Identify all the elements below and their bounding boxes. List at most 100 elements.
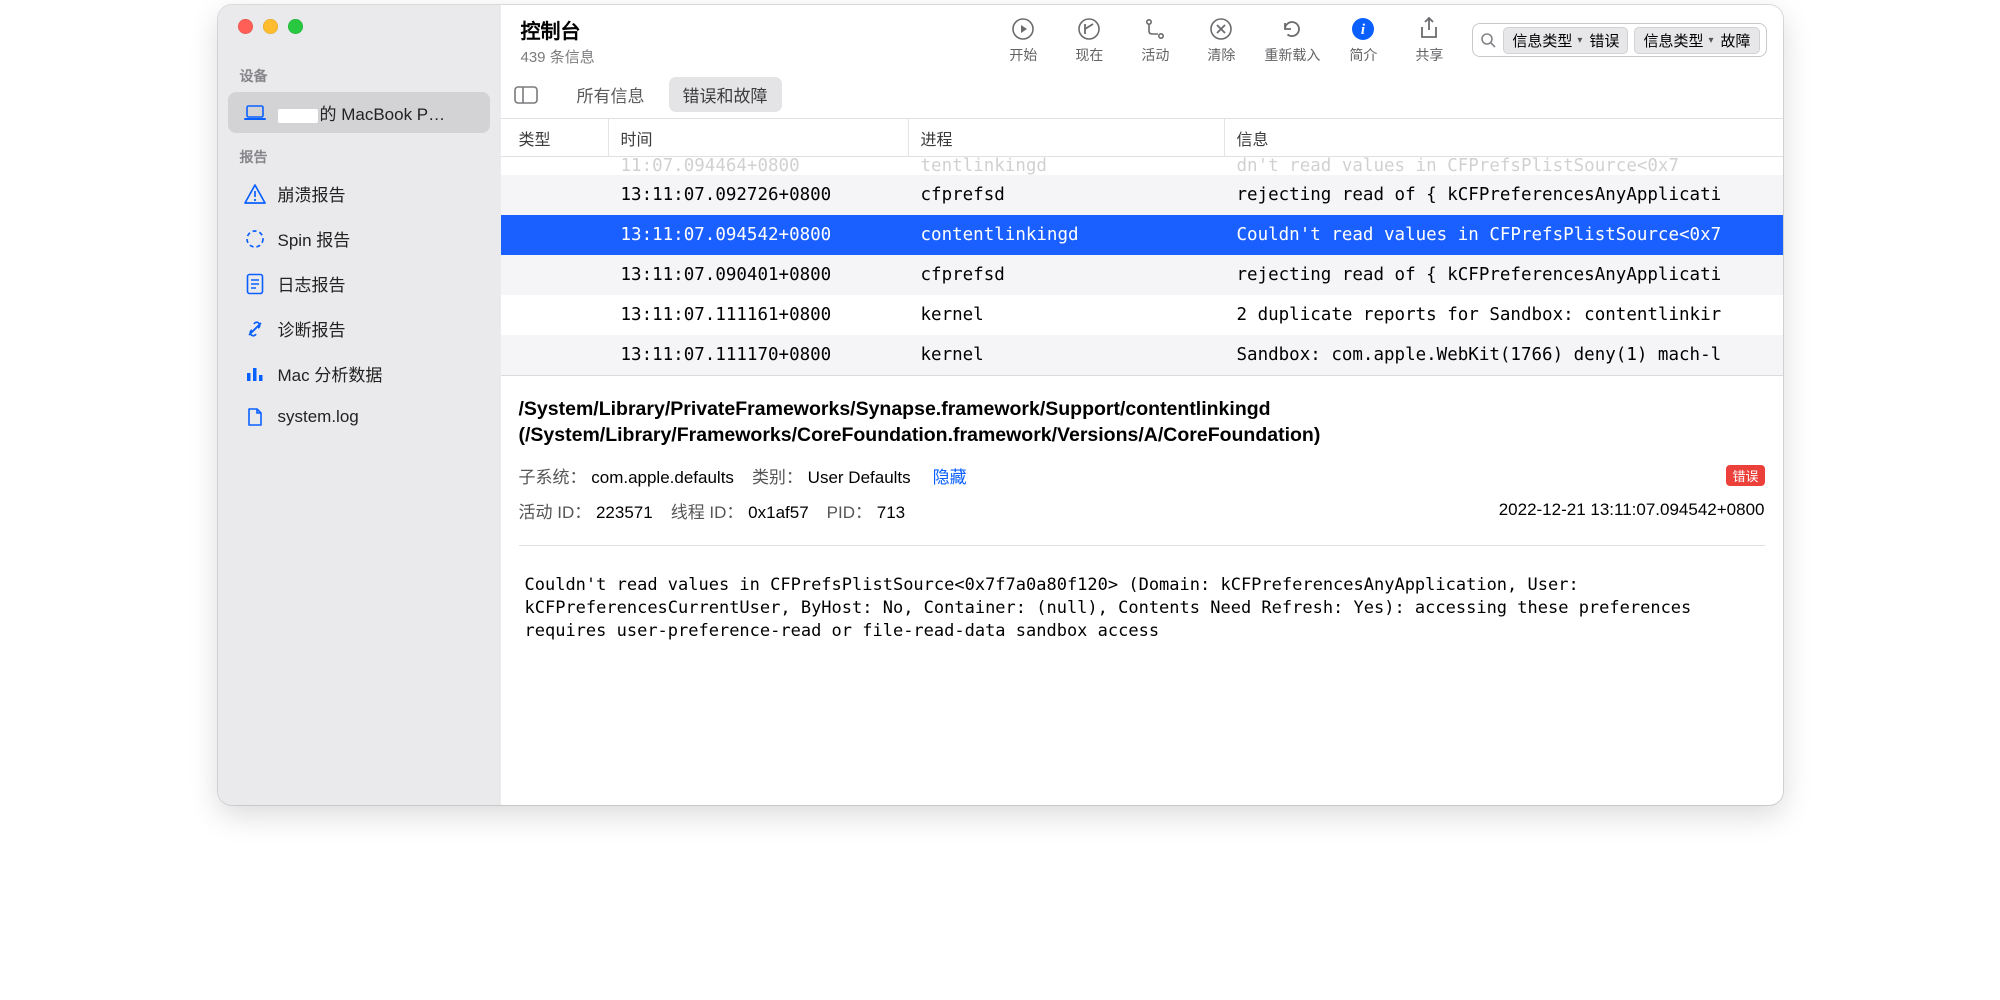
token-value: 故障 bbox=[1720, 30, 1750, 51]
cell-process: cfprefsd bbox=[909, 265, 1225, 285]
cell-time: 11:07.094464+0800 bbox=[609, 157, 909, 175]
sidebar-item-label: 日志报告 bbox=[278, 271, 346, 296]
cell-message: Couldn't read values in CFPrefsPlistSour… bbox=[1225, 225, 1783, 245]
search-token-1[interactable]: 信息类型 ▾ 错误 bbox=[1503, 27, 1628, 54]
toolbar-reload[interactable]: 重新载入 bbox=[1264, 15, 1320, 65]
token-value: 错误 bbox=[1589, 30, 1619, 51]
error-badge: 错误 bbox=[1726, 465, 1764, 486]
chevron-down-icon: ▾ bbox=[1577, 35, 1582, 46]
sidebar-item-device[interactable]: 的 MacBook P… bbox=[228, 92, 490, 133]
subsystem-value: com.apple.defaults bbox=[591, 468, 734, 487]
tab-errors[interactable]: 错误和故障 bbox=[669, 77, 782, 112]
cell-process: contentlinkingd bbox=[909, 225, 1225, 245]
table-header: 类型 时间 进程 信息 bbox=[501, 119, 1783, 157]
main-panel: 控制台 439 条信息 开始 现在 活动 清除 重新载入 bbox=[500, 5, 1783, 805]
subsystem-label: 子系统： bbox=[519, 468, 587, 487]
file-icon bbox=[244, 406, 266, 428]
sidebar-toggle[interactable] bbox=[513, 84, 539, 106]
toolbar-now[interactable]: 现在 bbox=[1066, 15, 1112, 65]
category-value: User Defaults bbox=[808, 468, 911, 487]
token-key: 信息类型 bbox=[1512, 30, 1572, 51]
toolbar-start[interactable]: 开始 bbox=[1000, 15, 1046, 65]
share-icon bbox=[1415, 15, 1443, 43]
cell-process: kernel bbox=[909, 305, 1225, 325]
detail-pane: /System/Library/PrivateFrameworks/Synaps… bbox=[501, 375, 1783, 652]
tab-all[interactable]: 所有信息 bbox=[563, 77, 659, 112]
spinner-icon bbox=[244, 228, 266, 250]
window-title: 控制台 bbox=[521, 15, 595, 44]
th-message[interactable]: 信息 bbox=[1225, 119, 1783, 156]
sidebar-section-reports: 报告 bbox=[218, 135, 500, 171]
sidebar-item-label: system.log bbox=[278, 407, 359, 427]
th-type[interactable]: 类型 bbox=[501, 119, 609, 156]
minimize-button[interactable] bbox=[263, 19, 278, 34]
toolbar-info[interactable]: i 简介 bbox=[1340, 15, 1386, 65]
chevron-down-icon: ▾ bbox=[1708, 35, 1713, 46]
cell-time: 13:11:07.111170+0800 bbox=[609, 345, 909, 365]
table-row[interactable]: 13:11:07.090401+0800cfprefsdrejecting re… bbox=[501, 255, 1783, 295]
table-row[interactable]: 13:11:07.094542+0800contentlinkingdCould… bbox=[501, 215, 1783, 255]
toolbar-label: 清除 bbox=[1207, 45, 1235, 65]
th-process[interactable]: 进程 bbox=[909, 119, 1225, 156]
message-count: 439 条信息 bbox=[521, 46, 595, 67]
sidebar-item-spin[interactable]: Spin 报告 bbox=[228, 218, 490, 259]
redacted-name bbox=[278, 109, 318, 123]
sidebar-item-systemlog[interactable]: system.log bbox=[228, 398, 490, 436]
back-now-icon bbox=[1075, 15, 1103, 43]
play-icon bbox=[1009, 15, 1037, 43]
search-token-2[interactable]: 信息类型 ▾ 故障 bbox=[1634, 27, 1759, 54]
info-icon: i bbox=[1349, 15, 1377, 43]
cell-message: 2 duplicate reports for Sandbox: content… bbox=[1225, 305, 1783, 325]
warning-icon bbox=[244, 183, 266, 205]
window-controls bbox=[218, 19, 500, 54]
table-row[interactable]: 13:11:07.111161+0800kernel2 duplicate re… bbox=[501, 295, 1783, 335]
thread-label: 线程 ID： bbox=[671, 503, 744, 522]
toolbar: 控制台 439 条信息 开始 现在 活动 清除 重新载入 bbox=[501, 5, 1783, 71]
detail-line-2: 活动 ID： 223571 线程 ID： 0x1af57 PID： 713 20… bbox=[519, 498, 1765, 523]
detail-timestamp: 2022-12-21 13:11:07.094542+0800 bbox=[1499, 500, 1765, 520]
toolbar-clear[interactable]: 清除 bbox=[1198, 15, 1244, 65]
cell-message: dn't read values in CFPrefsPlistSource<0… bbox=[1225, 157, 1783, 175]
sidebar-item-label: 崩溃报告 bbox=[278, 181, 346, 206]
cell-time: 13:11:07.094542+0800 bbox=[609, 225, 909, 245]
sidebar-item-log[interactable]: 日志报告 bbox=[228, 263, 490, 304]
cell-time: 13:11:07.092726+0800 bbox=[609, 185, 909, 205]
pid-value: 713 bbox=[877, 503, 905, 522]
toolbar-label: 现在 bbox=[1075, 45, 1103, 65]
sidebar-item-label: 的 MacBook P… bbox=[278, 100, 446, 125]
token-key: 信息类型 bbox=[1643, 30, 1703, 51]
toolbar-label: 重新载入 bbox=[1264, 45, 1320, 65]
th-time[interactable]: 时间 bbox=[609, 119, 909, 156]
laptop-icon bbox=[244, 102, 266, 124]
toolbar-label: 共享 bbox=[1415, 45, 1443, 65]
app-window: 设备 的 MacBook P… 报告 崩溃报告 Spin 报告 日志报告 bbox=[218, 5, 1783, 805]
activity-label: 活动 ID： bbox=[519, 503, 592, 522]
tools-icon bbox=[244, 318, 266, 340]
cell-message: rejecting read of { kCFPreferencesAnyApp… bbox=[1225, 185, 1783, 205]
zoom-button[interactable] bbox=[288, 19, 303, 34]
title-block: 控制台 439 条信息 bbox=[517, 11, 595, 69]
toolbar-share[interactable]: 共享 bbox=[1406, 15, 1452, 65]
cell-message: Sandbox: com.apple.WebKit(1766) deny(1) … bbox=[1225, 345, 1783, 365]
table-body: 11:07.094464+0800tentlinkingddn't read v… bbox=[501, 157, 1783, 375]
table-row[interactable]: 13:11:07.092726+0800cfprefsdrejecting re… bbox=[501, 175, 1783, 215]
hide-link[interactable]: 隐藏 bbox=[933, 463, 967, 488]
detail-line-1: 子系统： com.apple.defaults 类别： User Default… bbox=[519, 463, 1765, 488]
sidebar-item-analytics[interactable]: Mac 分析数据 bbox=[228, 353, 490, 394]
toolbar-activity[interactable]: 活动 bbox=[1132, 15, 1178, 65]
sidebar-item-label: Mac 分析数据 bbox=[278, 361, 383, 386]
search-icon bbox=[1479, 31, 1497, 49]
activity-icon bbox=[1141, 15, 1169, 43]
pid-label: PID： bbox=[827, 503, 872, 522]
sidebar-item-diag[interactable]: 诊断报告 bbox=[228, 308, 490, 349]
close-button[interactable] bbox=[238, 19, 253, 34]
cell-time: 13:11:07.111161+0800 bbox=[609, 305, 909, 325]
toolbar-label: 开始 bbox=[1009, 45, 1037, 65]
detail-header: /System/Library/PrivateFrameworks/Synaps… bbox=[519, 396, 1765, 449]
table-row[interactable]: 11:07.094464+0800tentlinkingddn't read v… bbox=[501, 157, 1783, 175]
table-row[interactable]: 13:11:07.111170+0800kernelSandbox: com.a… bbox=[501, 335, 1783, 375]
x-circle-icon bbox=[1207, 15, 1235, 43]
sidebar: 设备 的 MacBook P… 报告 崩溃报告 Spin 报告 日志报告 bbox=[218, 5, 500, 805]
search-field[interactable]: 信息类型 ▾ 错误 信息类型 ▾ 故障 bbox=[1472, 23, 1766, 57]
sidebar-item-crash[interactable]: 崩溃报告 bbox=[228, 173, 490, 214]
